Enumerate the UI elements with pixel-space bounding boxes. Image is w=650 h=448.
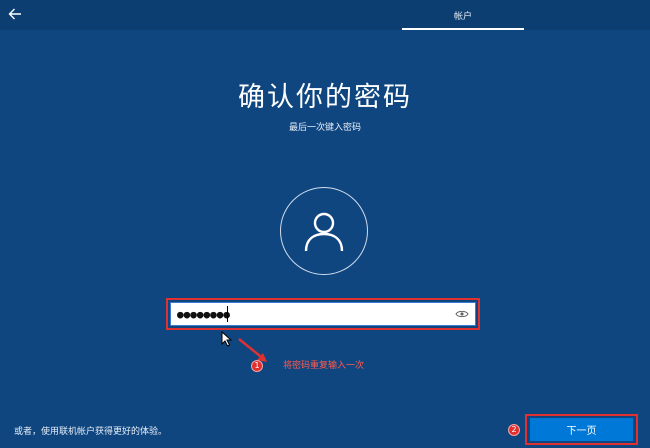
top-bar: 帐户 — [0, 0, 650, 30]
avatar — [280, 187, 368, 275]
back-button[interactable] — [4, 3, 26, 25]
online-account-link[interactable]: 或者，使用联机帐户获得更好的体验。 — [14, 424, 167, 437]
arrow-left-icon — [8, 8, 21, 20]
reveal-password-button[interactable] — [454, 306, 470, 322]
mouse-pointer-icon — [221, 331, 233, 347]
setup-screen: 帐户 确认你的密码 最后一次键入密码 1 将密码重复输入一次 或者，使用联机帐户… — [0, 0, 650, 448]
eye-icon — [455, 310, 469, 318]
tab-active-indicator — [402, 28, 524, 30]
tab-account[interactable]: 帐户 — [402, 0, 524, 30]
step-1-badge: 1 — [251, 360, 263, 372]
user-icon — [304, 212, 344, 252]
password-input[interactable] — [170, 302, 476, 326]
step-2-badge: 2 — [508, 424, 520, 436]
next-button[interactable]: 下一页 — [530, 418, 633, 441]
page-title: 确认你的密码 — [238, 82, 412, 113]
page-subtitle: 最后一次键入密码 — [288, 123, 361, 133]
step-1-instruction: 将密码重复输入一次 — [283, 361, 365, 371]
text-caret — [227, 306, 228, 322]
